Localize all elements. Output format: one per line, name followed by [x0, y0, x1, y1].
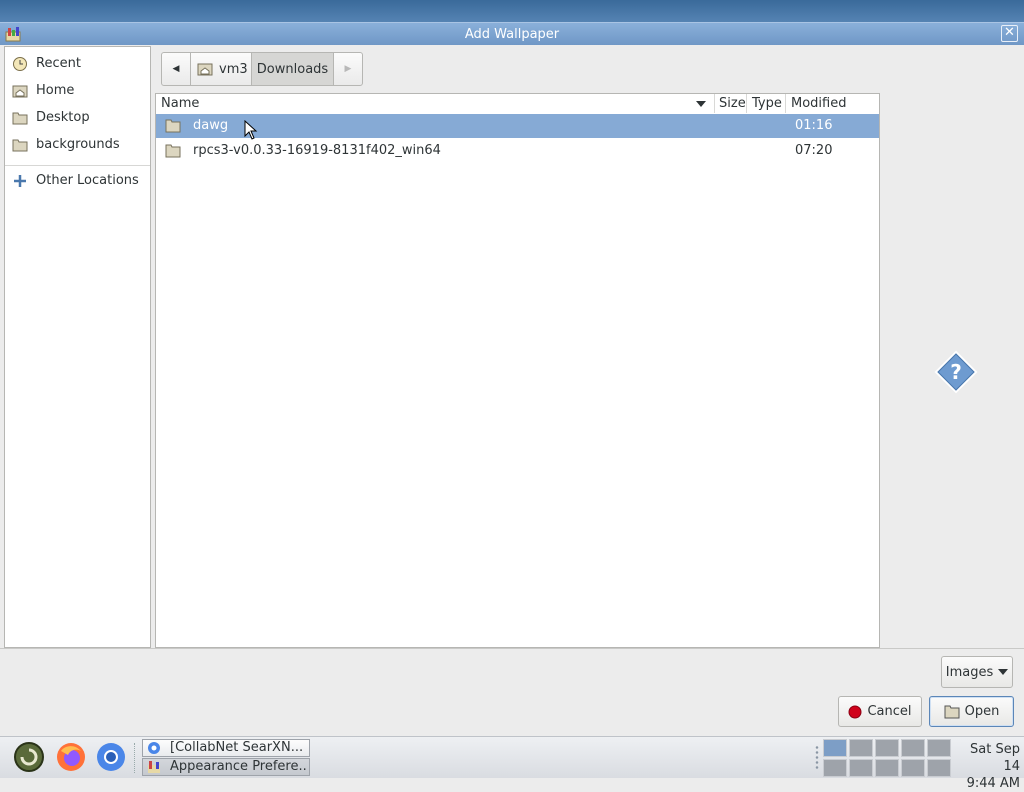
workspace-9[interactable]: [901, 759, 925, 777]
file-row[interactable]: rpcs3-v0.0.33-16919-8131f402_win64 07:20: [156, 139, 879, 163]
sidebar-item-label: Recent: [36, 56, 81, 71]
open-label: Open: [964, 704, 1000, 719]
open-folder-icon: [944, 705, 960, 718]
cancel-button[interactable]: Cancel: [838, 696, 922, 727]
file-name: rpcs3-v0.0.33-16919-8131f402_win64: [193, 143, 441, 158]
breadcrumb-label: vm3: [219, 61, 248, 77]
clock-icon: [13, 57, 27, 71]
close-button[interactable]: ✕: [1001, 25, 1018, 42]
divider: [0, 648, 1024, 649]
stop-icon: [848, 705, 862, 718]
path-back-button[interactable]: ◀: [161, 52, 191, 86]
file-name: dawg: [193, 118, 229, 133]
sidebar-item-label: backgrounds: [36, 137, 120, 152]
folder-icon: [165, 119, 181, 133]
sidebar-item-other-locations[interactable]: Other Locations: [5, 168, 150, 194]
mouse-cursor-icon: [244, 120, 258, 140]
folder-icon: [165, 144, 181, 158]
file-list: Name Size Type Modified dawg 01:16 rpcs3…: [155, 93, 880, 648]
file-modified: 01:16: [795, 118, 833, 133]
sidebar-item-label: Other Locations: [36, 173, 139, 188]
workspace-7[interactable]: [849, 759, 873, 777]
task-label: Appearance Prefere...: [170, 759, 308, 774]
desktop-background: [0, 0, 1024, 22]
file-filter-dropdown[interactable]: Images: [941, 656, 1013, 688]
file-row[interactable]: dawg 01:16: [156, 114, 879, 138]
cancel-label: Cancel: [867, 704, 912, 719]
breadcrumb-vm3[interactable]: vm3: [190, 52, 252, 86]
filter-value: Images: [945, 664, 994, 680]
breadcrumb-label: Downloads: [256, 61, 329, 77]
sidebar-divider: [5, 165, 150, 166]
home-folder-icon: [12, 85, 28, 98]
sidebar-item-desktop[interactable]: Desktop: [5, 105, 150, 131]
window-title: Add Wallpaper: [464, 27, 560, 42]
workspace-8[interactable]: [875, 759, 899, 777]
file-modified: 07:20: [795, 143, 833, 158]
column-header-name[interactable]: Name: [161, 96, 199, 111]
taskbar-task-searxng[interactable]: [CollabNet SearXN...: [142, 739, 310, 757]
workspace-6[interactable]: [823, 759, 847, 777]
chevron-right-icon: ▶: [344, 64, 352, 74]
workspace-5[interactable]: [927, 739, 951, 757]
column-divider[interactable]: [746, 94, 747, 113]
sort-descending-icon[interactable]: [696, 101, 706, 107]
sidebar-item-recent[interactable]: Recent: [5, 51, 150, 77]
column-divider[interactable]: [714, 94, 715, 113]
chevron-left-icon: ◀: [172, 64, 180, 74]
places-sidebar: Recent Home Desktop backgrounds Other Lo…: [4, 46, 151, 648]
column-header-row: Name Size Type Modified: [156, 94, 879, 115]
column-header-size[interactable]: Size: [719, 96, 746, 111]
workspace-2[interactable]: [849, 739, 873, 757]
panel-grip[interactable]: [815, 745, 819, 771]
workspace-10[interactable]: [927, 759, 951, 777]
chevron-down-icon: [998, 669, 1009, 675]
file-chooser-dialog: Recent Home Desktop backgrounds Other Lo…: [0, 45, 1024, 736]
column-divider[interactable]: [785, 94, 786, 113]
column-header-modified[interactable]: Modified: [791, 96, 846, 111]
sidebar-item-backgrounds[interactable]: backgrounds: [5, 132, 150, 158]
clock-date: Sat Sep 14: [970, 742, 1020, 774]
taskbar: [CollabNet SearXN... Appearance Prefere.…: [0, 736, 1024, 791]
firefox-icon[interactable]: [55, 741, 87, 773]
help-icon[interactable]: ?: [934, 350, 978, 394]
folder-icon: [12, 112, 28, 125]
home-folder-icon: [197, 63, 213, 76]
sidebar-item-home[interactable]: Home: [5, 78, 150, 104]
window-titlebar[interactable]: Add Wallpaper ✕: [0, 22, 1024, 45]
folder-icon: [12, 139, 28, 152]
taskbar-task-appearance[interactable]: Appearance Prefere...: [142, 758, 310, 776]
task-label: [CollabNet SearXN...: [170, 740, 304, 755]
chromium-icon: [148, 742, 160, 754]
workspace-pager: [823, 738, 953, 778]
open-button[interactable]: Open: [929, 696, 1014, 727]
close-icon: ✕: [1004, 25, 1015, 40]
workspace-3[interactable]: [875, 739, 899, 757]
path-bar: ◀ vm3 Downloads ▶: [161, 52, 363, 86]
app-menu-icon[interactable]: [13, 741, 45, 773]
taskbar-separator: [134, 743, 135, 773]
workspace-4[interactable]: [901, 739, 925, 757]
path-forward-button[interactable]: ▶: [333, 52, 363, 86]
svg-text:?: ?: [950, 360, 962, 384]
sidebar-item-label: Desktop: [36, 110, 90, 125]
appearance-app-icon: [148, 761, 160, 773]
workspace-1[interactable]: [823, 739, 847, 757]
chromium-icon[interactable]: [95, 741, 127, 773]
sidebar-item-label: Home: [36, 83, 75, 98]
clock[interactable]: Sat Sep 14 9:44 AM: [954, 741, 1020, 792]
breadcrumb-downloads[interactable]: Downloads: [251, 52, 334, 86]
plus-icon: [14, 175, 26, 187]
column-header-type[interactable]: Type: [752, 96, 782, 111]
